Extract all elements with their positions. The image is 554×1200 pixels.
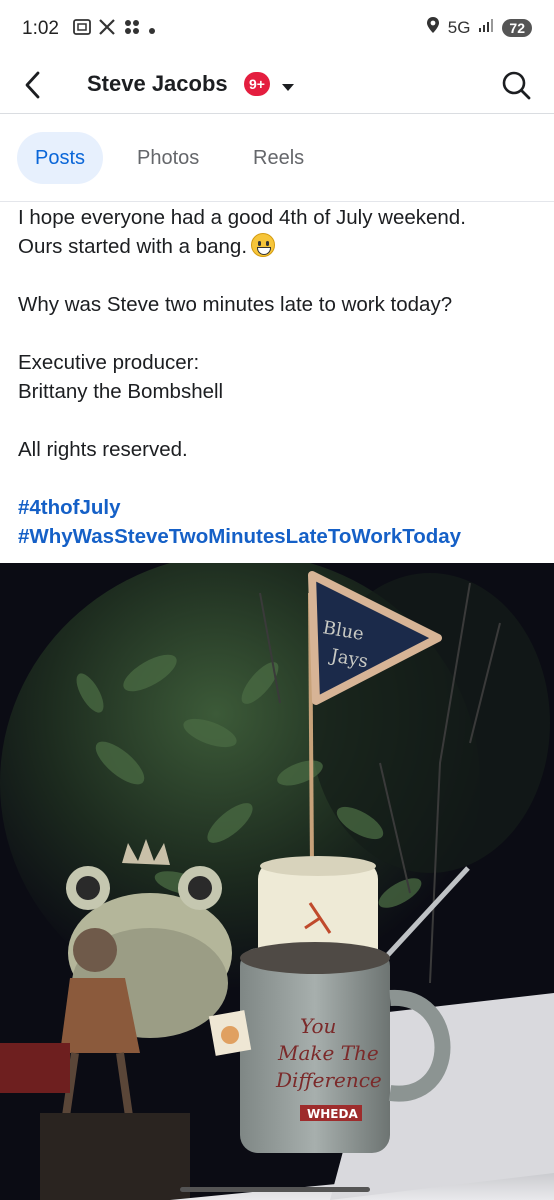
network-label: 5G [447, 17, 471, 37]
search-icon [502, 71, 531, 100]
status-notification-icons [72, 17, 156, 42]
pinwheel-icon [122, 17, 142, 42]
profile-header: Steve Jacobs 9+ [0, 58, 554, 114]
grinning-emoji-icon [251, 233, 276, 257]
signal-icon [478, 17, 494, 38]
x-logo-icon [98, 18, 116, 41]
profile-name[interactable]: Steve Jacobs [87, 71, 228, 97]
screenshot-icon [72, 18, 92, 41]
status-time: 1:02 [22, 18, 59, 39]
mug-text: Make The [277, 1041, 379, 1065]
post-line: Ours started with a bang. [18, 232, 538, 261]
post-line: Executive producer: [18, 351, 200, 374]
post-line: Brittany the Bombshell [18, 380, 224, 403]
mug-logo: WHEDA [307, 1107, 358, 1121]
tab-reels[interactable]: Reels [253, 132, 304, 184]
post-line: Why was Steve two minutes late to work t… [18, 293, 453, 316]
back-arrow-icon [25, 71, 40, 99]
post-line-text: Ours started with a bang. [18, 235, 248, 258]
status-right: 5G 72 [426, 16, 532, 39]
mug-text: You [300, 1014, 336, 1038]
location-icon [426, 16, 440, 39]
status-bar: 1:02 5G 72 [0, 0, 554, 58]
hashtag-link[interactable]: #4thofJuly [18, 493, 538, 522]
dot-icon [148, 20, 156, 40]
profile-tabs: Posts Photos Reels [0, 114, 554, 202]
dropdown-caret-icon[interactable] [280, 80, 296, 98]
post-line: I hope everyone had a good 4th of July w… [18, 206, 466, 229]
post-photo[interactable]: Blue Jays You Make The Difference WHEDA [0, 563, 554, 1200]
back-button[interactable] [18, 68, 50, 102]
post-body: I hope everyone had a good 4th of July w… [18, 203, 538, 551]
tab-posts[interactable]: Posts [17, 132, 104, 184]
mug-text: Difference [275, 1068, 382, 1092]
search-button[interactable] [500, 69, 532, 101]
hashtag-link[interactable]: #WhyWasSteveTwoMinutesLateToWorkToday [18, 522, 538, 551]
notification-badge: 9+ [244, 72, 270, 96]
battery-icon: 72 [502, 18, 532, 37]
tab-photos[interactable]: Photos [137, 132, 199, 184]
post-line: All rights reserved. [18, 438, 188, 461]
